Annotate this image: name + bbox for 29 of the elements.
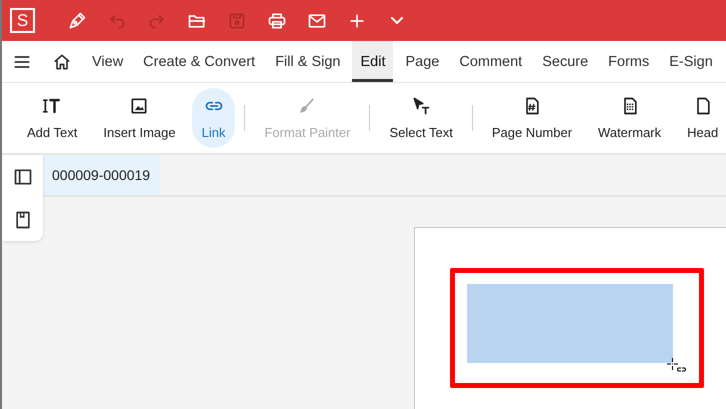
toolbar-button[interactable]: Page Number [482, 88, 582, 148]
image-icon [129, 96, 150, 116]
toolbar-button[interactable]: Insert Image [93, 88, 186, 148]
toolbar-button[interactable]: Watermark [588, 88, 672, 148]
chevron-down-icon [391, 17, 403, 24]
panel-toggle-button[interactable] [12, 166, 32, 186]
toolbar-button[interactable]: Link [192, 88, 236, 148]
menu-tab[interactable]: Page [397, 41, 448, 82]
printer-icon [267, 10, 287, 30]
menu-tab[interactable]: Create & Convert [135, 41, 264, 82]
text-cursor-icon [42, 96, 62, 116]
save-icon [227, 10, 247, 30]
rectangle-annotation[interactable] [450, 268, 704, 388]
app-logo[interactable]: S [10, 8, 35, 33]
menu-tab[interactable]: Secure [534, 41, 596, 82]
toolbar-button[interactable]: Select Text [379, 88, 463, 148]
pen-icon [67, 10, 87, 30]
sidebar-icon [12, 166, 32, 186]
cursor-text-icon [411, 96, 432, 116]
menu-tab[interactable]: Comment [451, 41, 530, 82]
toolbar-button[interactable]: Head [677, 88, 726, 148]
menu-tab[interactable]: View [84, 41, 132, 82]
document-tab[interactable]: 000009-000019 [42, 155, 160, 195]
menu-tab[interactable]: E-Sign [661, 41, 721, 82]
home-icon [52, 52, 72, 72]
menu-tab[interactable]: Edit [352, 41, 394, 82]
menu-tab[interactable]: Forms [600, 41, 658, 82]
menu-tab[interactable]: Fill & Sign [267, 41, 348, 82]
toolbar-button[interactable]: Add Text [17, 88, 88, 148]
